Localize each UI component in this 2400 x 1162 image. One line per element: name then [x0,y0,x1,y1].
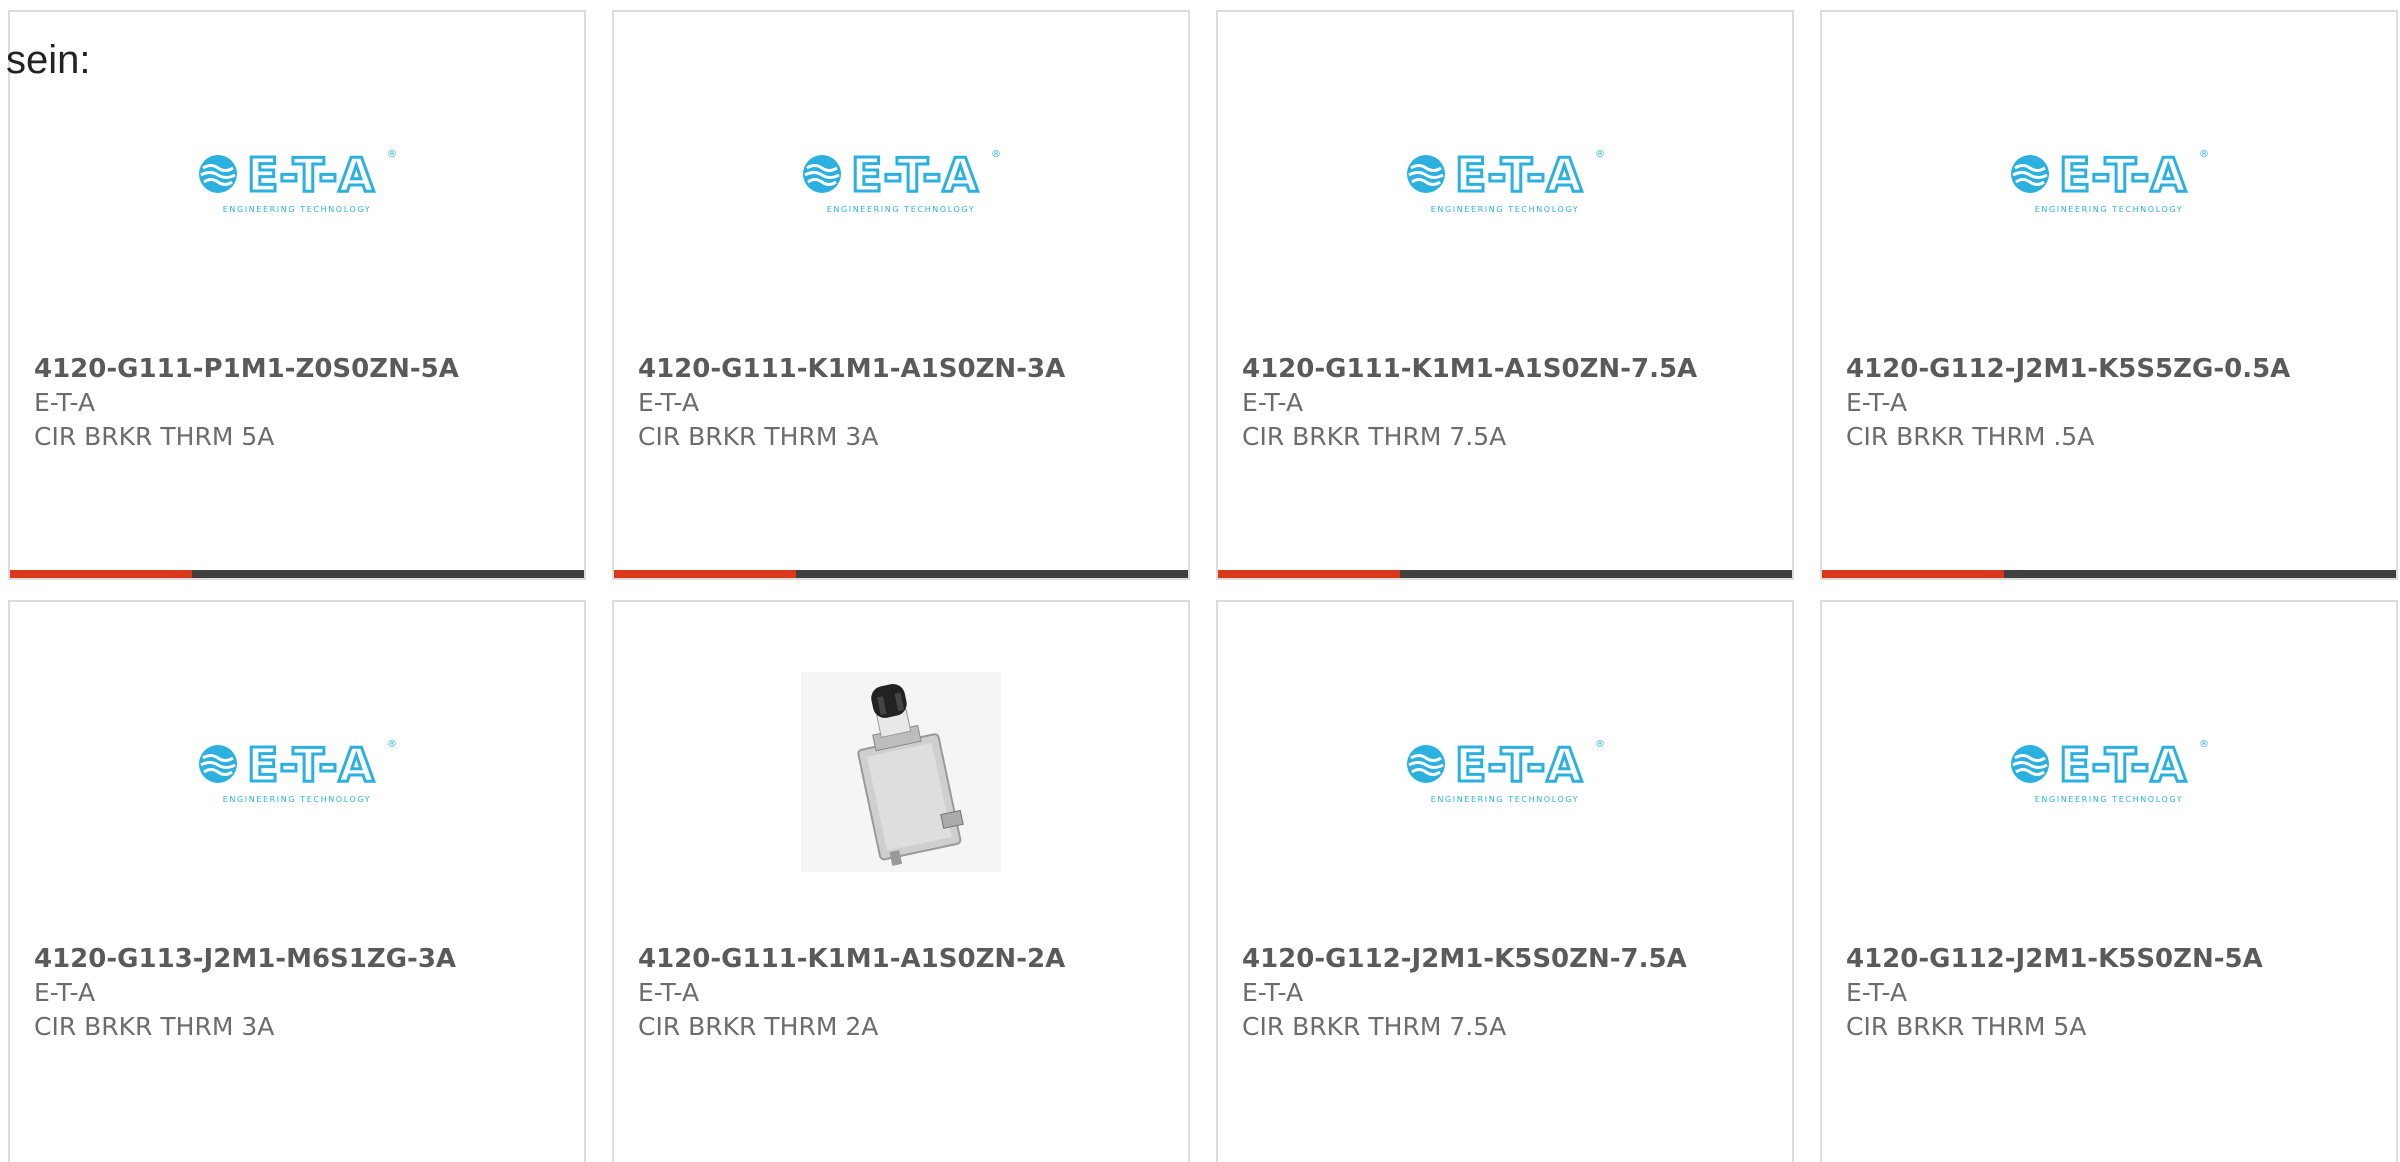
card-bar-accent [614,570,796,578]
product-description: CIR BRKR THRM 7.5A [1242,1012,1507,1041]
eta-logo: E-T-A ® ENGINEERING TECHNOLOGY [197,737,397,807]
product-manufacturer: E-T-A [34,978,96,1007]
product-manufacturer: E-T-A [638,388,700,417]
product-image[interactable]: E-T-A ® ENGINEERING TECHNOLOGY [2009,672,2209,872]
product-description: CIR BRKR THRM 3A [34,1012,275,1041]
eta-logo: E-T-A ® ENGINEERING TECHNOLOGY [801,147,1001,217]
logo-wordmark: E-T-A [245,737,376,794]
card-bar-accent [1822,570,2004,578]
eta-logo: E-T-A ® ENGINEERING TECHNOLOGY [1405,147,1605,217]
product-info: 4120-G112-J2M1-K5S5ZG-0.5A E-T-A CIR BRK… [1846,352,2380,454]
card-bar-accent [1218,570,1400,578]
logo-wordmark: E-T-A [849,147,980,204]
product-title-link[interactable]: 4120-G112-J2M1-K5S5ZG-0.5A [1846,352,2380,386]
globe-icon [199,745,237,783]
intro-text: sein: [6,38,91,82]
product-info: 4120-G112-J2M1-K5S0ZN-7.5A E-T-A CIR BRK… [1242,942,1776,1044]
logo-wordmark: E-T-A [245,147,376,204]
logo-tagline: ENGINEERING TECHNOLOGY [1430,795,1580,804]
globe-icon [2011,155,2049,193]
registered-mark: ® [387,149,397,160]
product-grid: E-T-A ® ENGINEERING TECHNOLOGY 4120-G111-P… [8,10,2400,1162]
logo-tagline: ENGINEERING TECHNOLOGY [222,795,372,804]
logo-wordmark: E-T-A [1453,147,1584,204]
logo-wordmark: E-T-A [1453,737,1584,794]
logo-tagline: ENGINEERING TECHNOLOGY [2034,795,2184,804]
product-image[interactable]: E-T-A ® ENGINEERING TECHNOLOGY [801,82,1001,282]
product-title-link[interactable]: 4120-G111-K1M1-A1S0ZN-2A [638,942,1172,976]
product-image[interactable]: E-T-A ® ENGINEERING TECHNOLOGY [197,672,397,872]
card-bottom-bar [614,570,1188,578]
product-card[interactable]: E-T-A ® ENGINEERING TECHNOLOGY 4120-G111-K… [612,10,1190,580]
logo-tagline: ENGINEERING TECHNOLOGY [2034,205,2184,214]
eta-logo: E-T-A ® ENGINEERING TECHNOLOGY [197,147,397,217]
product-info: 4120-G113-J2M1-M6S1ZG-3A E-T-A CIR BRKR … [34,942,568,1044]
product-card[interactable]: E-T-A ® ENGINEERING TECHNOLOGY 4120-G112-J… [1820,10,2398,580]
product-image[interactable]: E-T-A ® ENGINEERING TECHNOLOGY [2009,82,2209,282]
product-card[interactable]: E-T-A ® ENGINEERING TECHNOLOGY 4120-G113-J… [8,600,586,1162]
product-image[interactable]: E-T-A ® ENGINEERING TECHNOLOGY [1405,672,1605,872]
product-description: CIR BRKR THRM 5A [1846,1012,2087,1041]
card-bottom-bar [1822,570,2396,578]
product-card[interactable]: E-T-A ® ENGINEERING TECHNOLOGY 4120-G111-K… [1216,10,1794,580]
product-description: CIR BRKR THRM 3A [638,422,879,451]
product-info: 4120-G111-K1M1-A1S0ZN-2A E-T-A CIR BRKR … [638,942,1172,1044]
globe-icon [1407,745,1445,783]
product-card[interactable]: E-T-A ® ENGINEERING TECHNOLOGY 4120-G112-J… [1216,600,1794,1162]
product-title-link[interactable]: 4120-G112-J2M1-K5S0ZN-7.5A [1242,942,1776,976]
product-info: 4120-G111-P1M1-Z0S0ZN-5A E-T-A CIR BRKR … [34,352,568,454]
product-info: 4120-G111-K1M1-A1S0ZN-3A E-T-A CIR BRKR … [638,352,1172,454]
product-title-link[interactable]: 4120-G112-J2M1-K5S0ZN-5A [1846,942,2380,976]
eta-logo: E-T-A ® ENGINEERING TECHNOLOGY [1405,737,1605,807]
product-card[interactable]: E-T-A ® ENGINEERING TECHNOLOGY 4120-G111-P… [8,10,586,580]
product-manufacturer: E-T-A [34,388,96,417]
product-info: 4120-G112-J2M1-K5S0ZN-5A E-T-A CIR BRKR … [1846,942,2380,1044]
product-manufacturer: E-T-A [638,978,700,1007]
product-description: CIR BRKR THRM 5A [34,422,275,451]
card-bottom-bar [10,570,584,578]
registered-mark: ® [387,739,397,750]
logo-tagline: ENGINEERING TECHNOLOGY [1430,205,1580,214]
product-info: 4120-G111-K1M1-A1S0ZN-7.5A E-T-A CIR BRK… [1242,352,1776,454]
registered-mark: ® [991,149,1001,160]
logo-tagline: ENGINEERING TECHNOLOGY [826,205,976,214]
globe-icon [803,155,841,193]
globe-icon [2011,745,2049,783]
product-title-link[interactable]: 4120-G111-K1M1-A1S0ZN-3A [638,352,1172,386]
eta-logo: E-T-A ® ENGINEERING TECHNOLOGY [2009,737,2209,807]
product-manufacturer: E-T-A [1242,388,1304,417]
product-description: CIR BRKR THRM .5A [1846,422,2095,451]
product-manufacturer: E-T-A [1242,978,1304,1007]
product-description: CIR BRKR THRM 7.5A [1242,422,1507,451]
logo-wordmark: E-T-A [2057,147,2188,204]
product-title-link[interactable]: 4120-G113-J2M1-M6S1ZG-3A [34,942,568,976]
product-card[interactable]: E-T-A ® ENGINEERING TECHNOLOGY 4120-G112-J… [1820,600,2398,1162]
page: sein: E-T-A ® ENGINEERING TECHNOLOGY 4120-… [0,0,2400,1162]
product-image[interactable]: E-T-A ® ENGINEERING TECHNOLOGY [197,82,397,282]
card-bottom-bar [1218,570,1792,578]
product-manufacturer: E-T-A [1846,388,1908,417]
product-manufacturer: E-T-A [1846,978,1908,1007]
product-title-link[interactable]: 4120-G111-P1M1-Z0S0ZN-5A [34,352,568,386]
logo-tagline: ENGINEERING TECHNOLOGY [222,205,372,214]
product-card[interactable]: 4120-G111-K1M1-A1S0ZN-2A E-T-A CIR BRKR … [612,600,1190,1162]
eta-logo: E-T-A ® ENGINEERING TECHNOLOGY [2009,147,2209,217]
logo-wordmark: E-T-A [2057,737,2188,794]
registered-mark: ® [1595,739,1605,750]
registered-mark: ® [2199,149,2209,160]
registered-mark: ® [1595,149,1605,160]
circuit-breaker-photo [801,672,1001,872]
card-bar-accent [10,570,192,578]
product-image[interactable] [801,672,1001,872]
product-image[interactable]: E-T-A ® ENGINEERING TECHNOLOGY [1405,82,1605,282]
product-title-link[interactable]: 4120-G111-K1M1-A1S0ZN-7.5A [1242,352,1776,386]
globe-icon [199,155,237,193]
globe-icon [1407,155,1445,193]
product-description: CIR BRKR THRM 2A [638,1012,879,1041]
registered-mark: ® [2199,739,2209,750]
